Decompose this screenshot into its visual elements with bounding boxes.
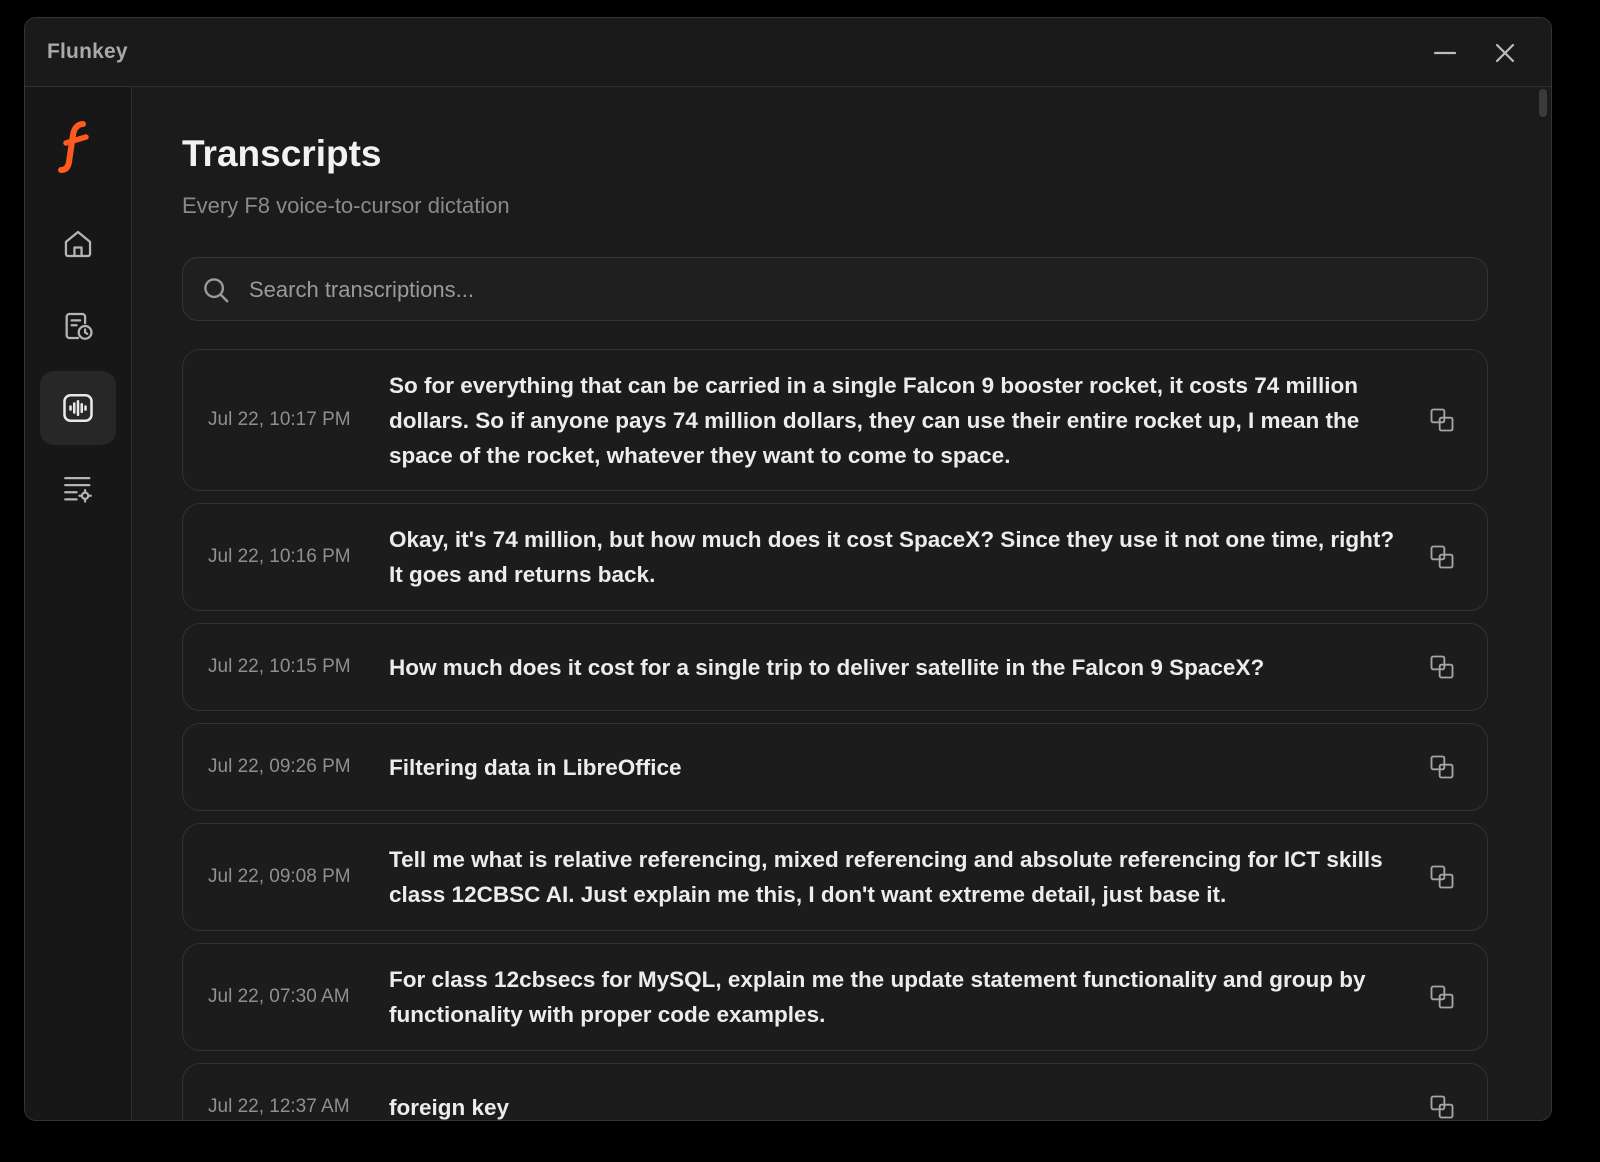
app-title: Flunkey bbox=[47, 40, 128, 63]
transcript-card[interactable]: Jul 22, 12:37 AM foreign key bbox=[182, 1063, 1488, 1120]
copy-button[interactable] bbox=[1427, 982, 1457, 1012]
transcript-time: Jul 22, 09:08 PM bbox=[208, 866, 351, 887]
sidebar-item-settings[interactable] bbox=[40, 451, 116, 525]
copy-icon bbox=[1430, 985, 1454, 1009]
search-icon bbox=[204, 278, 229, 303]
transcript-text: Tell me what is relative referencing, mi… bbox=[389, 847, 1383, 907]
main-content: Transcripts Every F8 voice-to-cursor dic… bbox=[132, 87, 1551, 1120]
flunkey-logo-icon bbox=[58, 121, 89, 173]
copy-icon bbox=[1430, 408, 1454, 432]
transcript-time: Jul 22, 10:17 PM bbox=[208, 409, 351, 430]
transcript-card[interactable]: Jul 22, 10:17 PM So for everything that … bbox=[182, 349, 1488, 491]
sidebar-item-history[interactable] bbox=[40, 289, 116, 363]
transcript-text: So for everything that can be carried in… bbox=[389, 372, 1360, 468]
transcript-card[interactable]: Jul 22, 09:26 PM Filtering data in Libre… bbox=[182, 723, 1488, 811]
page-subtitle: Every F8 voice-to-cursor dictation bbox=[182, 193, 510, 218]
minimize-icon bbox=[1433, 51, 1457, 55]
search-box[interactable] bbox=[182, 257, 1488, 322]
transcript-text: How much does it cost for a single trip … bbox=[389, 654, 1265, 680]
transcript-time: Jul 22, 12:37 AM bbox=[208, 1096, 350, 1117]
copy-button[interactable] bbox=[1427, 542, 1457, 572]
close-icon bbox=[1495, 43, 1515, 63]
transcript-list: Jul 22, 10:17 PM So for everything that … bbox=[182, 349, 1490, 1120]
title-bar[interactable]: Flunkey bbox=[25, 18, 1551, 87]
audio-waveform-icon bbox=[63, 393, 93, 423]
copy-icon bbox=[1430, 1095, 1454, 1119]
close-button[interactable] bbox=[1490, 38, 1520, 68]
transcript-text: Filtering data in LibreOffice bbox=[389, 754, 682, 780]
history-icon bbox=[65, 312, 93, 340]
transcript-time: Jul 22, 10:16 PM bbox=[208, 546, 351, 567]
list-settings-icon bbox=[64, 476, 92, 503]
sidebar bbox=[25, 87, 132, 1120]
transcript-time: Jul 22, 07:30 AM bbox=[208, 986, 350, 1007]
search-input[interactable] bbox=[247, 258, 1451, 322]
copy-icon bbox=[1430, 865, 1454, 889]
transcript-text: foreign key bbox=[389, 1094, 510, 1120]
copy-icon bbox=[1430, 545, 1454, 569]
transcript-card[interactable]: Jul 22, 10:16 PM Okay, it's 74 million, … bbox=[182, 503, 1488, 611]
transcript-card[interactable]: Jul 22, 09:08 PM Tell me what is relativ… bbox=[182, 823, 1488, 931]
copy-button[interactable] bbox=[1427, 652, 1457, 682]
scrollbar-thumb[interactable] bbox=[1539, 89, 1547, 117]
flunkey-logo bbox=[53, 117, 99, 175]
sidebar-item-home[interactable] bbox=[40, 207, 116, 281]
transcript-card[interactable]: Jul 22, 07:30 AM For class 12cbsecs for … bbox=[182, 943, 1488, 1051]
minimize-button[interactable] bbox=[1430, 38, 1460, 68]
transcript-text: Okay, it's 74 million, but how much does… bbox=[389, 527, 1395, 587]
copy-button[interactable] bbox=[1427, 1092, 1457, 1120]
copy-icon bbox=[1430, 655, 1454, 679]
transcript-time: Jul 22, 10:15 PM bbox=[208, 656, 351, 677]
transcript-card[interactable]: Jul 22, 10:15 PM How much does it cost f… bbox=[182, 623, 1488, 711]
copy-icon bbox=[1430, 755, 1454, 779]
app-window: Flunkey Transcripts Every F8 voice-to-cu… bbox=[24, 17, 1552, 1121]
transcript-text: For class 12cbsecs for MySQL, explain me… bbox=[389, 967, 1366, 1027]
transcript-time: Jul 22, 09:26 PM bbox=[208, 756, 351, 777]
copy-button[interactable] bbox=[1427, 752, 1457, 782]
copy-button[interactable] bbox=[1427, 862, 1457, 892]
copy-button[interactable] bbox=[1427, 405, 1457, 435]
page-title: Transcripts bbox=[182, 133, 382, 174]
home-icon bbox=[64, 230, 92, 258]
sidebar-item-transcripts[interactable] bbox=[40, 371, 116, 445]
